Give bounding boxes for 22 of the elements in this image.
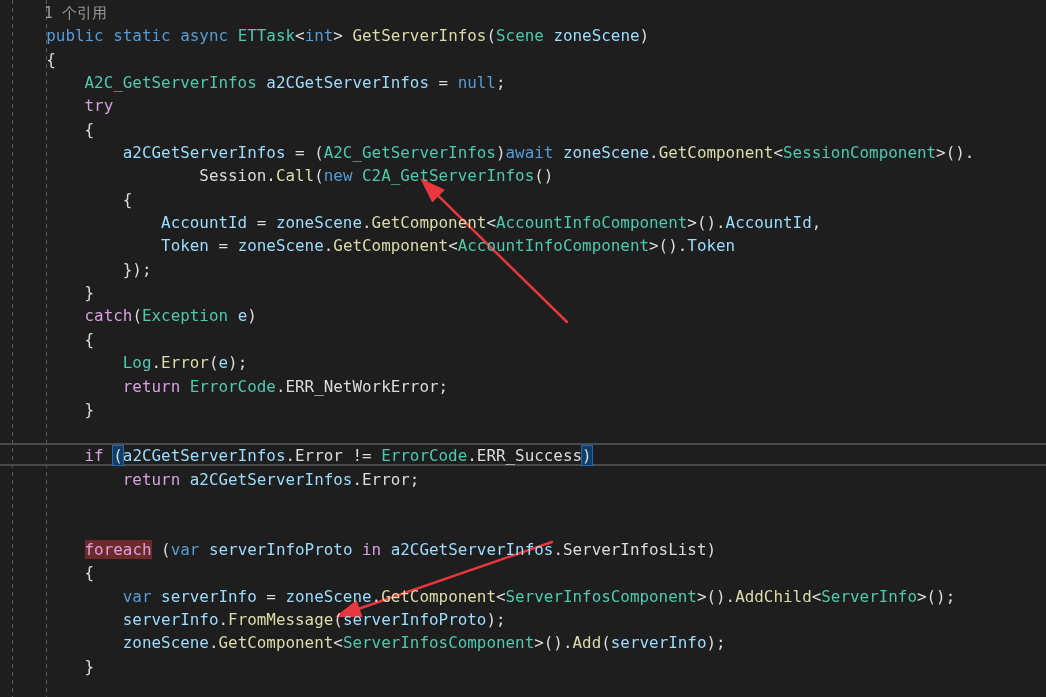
code-line: serverInfo.FromMessage(serverInfoProto); — [121, 608, 507, 631]
code-line: Log.Error(e); — [121, 352, 249, 374]
code-line: }); — [121, 258, 153, 281]
code-line: { — [121, 188, 134, 211]
code-line: try — [83, 95, 115, 117]
code-line: } — [83, 398, 96, 421]
code-line: return ErrorCode.ERR_NetWorkError; — [121, 375, 450, 397]
code-line: A2C_GetServerInfos a2CGetServerInfos = null; — [83, 72, 507, 94]
code-line: a2CGetServerInfos = (A2C_GetServerInfos)await zoneScene.GetComponent<SessionComponent>(). — [121, 142, 976, 164]
code-line: } — [83, 282, 96, 304]
code-line: { — [83, 328, 96, 351]
code-line: { — [83, 118, 96, 141]
code-line: return a2CGetServerInfos.Error; — [121, 468, 421, 491]
code-line: zoneScene.GetComponent<ServerInfosComponent>().Add(serverInfo); — [121, 632, 727, 654]
code-line: 1 个引用 — [43, 3, 109, 24]
code-line: catch(Exception e) — [83, 305, 258, 327]
code-line: public static async ETTask<int> GetServerInfos(Scene zoneScene) — [45, 25, 651, 47]
code-line: { — [83, 562, 96, 584]
code-line: } — [83, 655, 96, 677]
code-line: if (a2CGetServerInfos.Error != ErrorCode.ERR_Success) — [0, 442, 1046, 466]
code-line: { — [45, 48, 57, 71]
code-line: Session.Call(new C2A_GetServerInfos() — [198, 165, 555, 187]
